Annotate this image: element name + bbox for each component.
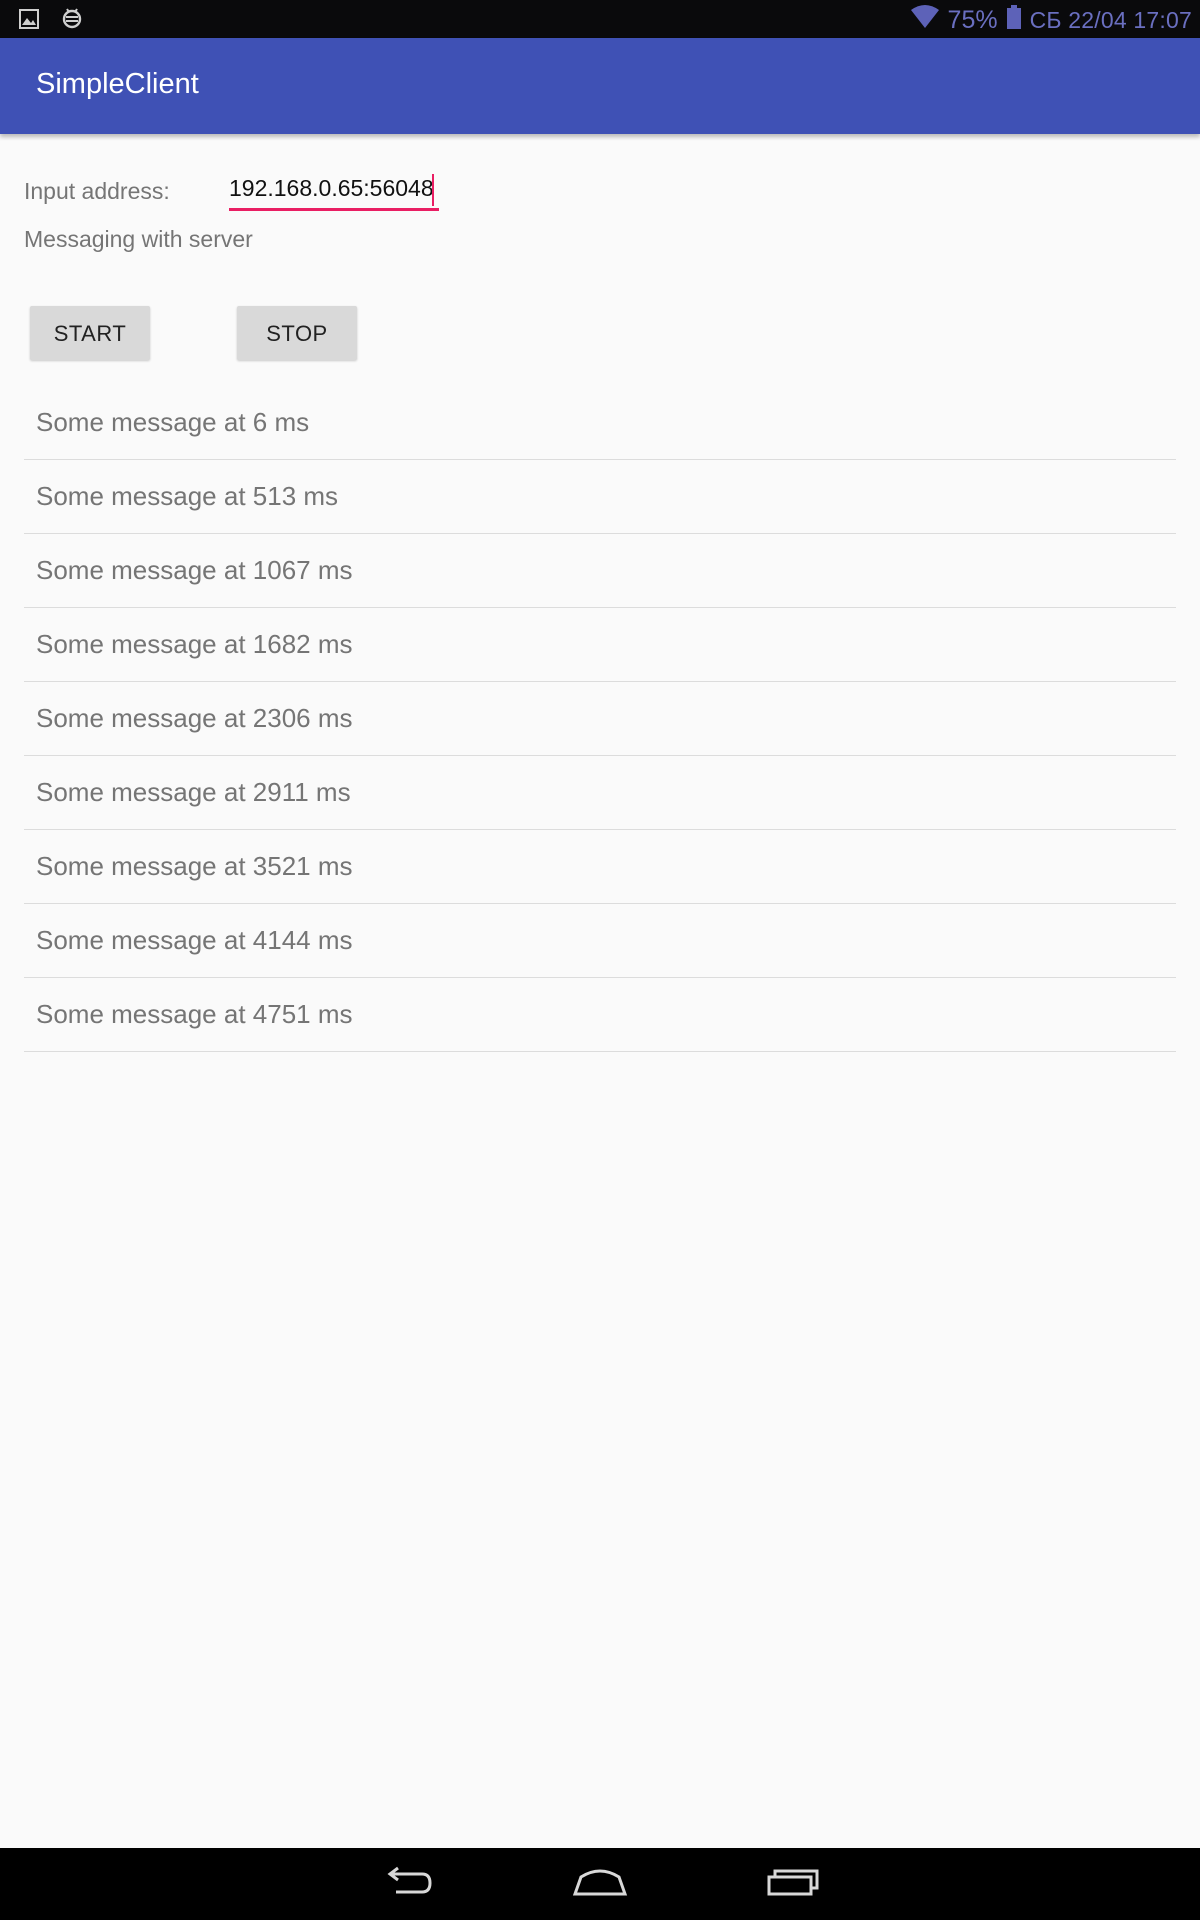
recent-apps-button[interactable] [763,1862,823,1906]
list-item[interactable]: Some message at 2306 ms [24,682,1176,756]
recent-apps-icon [765,1867,821,1902]
list-item[interactable]: Some message at 6 ms [24,386,1176,460]
list-item[interactable]: Some message at 1682 ms [24,608,1176,682]
status-text: Messaging with server [24,226,253,252]
date-time: СБ 22/04 17:07 [1029,7,1192,33]
home-button[interactable] [570,1862,630,1906]
back-icon [382,1866,434,1903]
list-item[interactable]: Some message at 513 ms [24,460,1176,534]
navigation-bar [0,1848,1200,1920]
home-icon [572,1867,628,1902]
list-item[interactable]: Some message at 3521 ms [24,830,1176,904]
system-status: 75% СБ 22/04 17:07 [910,4,1192,37]
list-item[interactable]: Some message at 4751 ms [24,978,1176,1052]
wifi-icon [910,4,940,37]
address-label: Input address: [24,178,170,204]
notification-icons [18,6,84,37]
start-button[interactable]: START [30,306,150,360]
list-item[interactable]: Some message at 4144 ms [24,904,1176,978]
app-bar: SimpleClient [0,38,1200,134]
battery-percent: 75% [947,6,998,34]
address-input[interactable] [229,168,439,211]
address-row: Input address: [24,168,624,218]
image-icon [18,8,40,35]
debug-bug-icon [60,6,84,37]
list-item[interactable]: Some message at 2911 ms [24,756,1176,830]
text-caret [432,174,434,206]
app-title: SimpleClient [36,68,199,100]
status-bar: 75% СБ 22/04 17:07 [0,0,1200,38]
battery-icon [1006,4,1022,37]
stop-button[interactable]: STOP [237,306,357,360]
list-item[interactable]: Some message at 1067 ms [24,534,1176,608]
back-button[interactable] [378,1862,438,1906]
message-list[interactable]: Some message at 6 ms Some message at 513… [24,386,1176,1052]
